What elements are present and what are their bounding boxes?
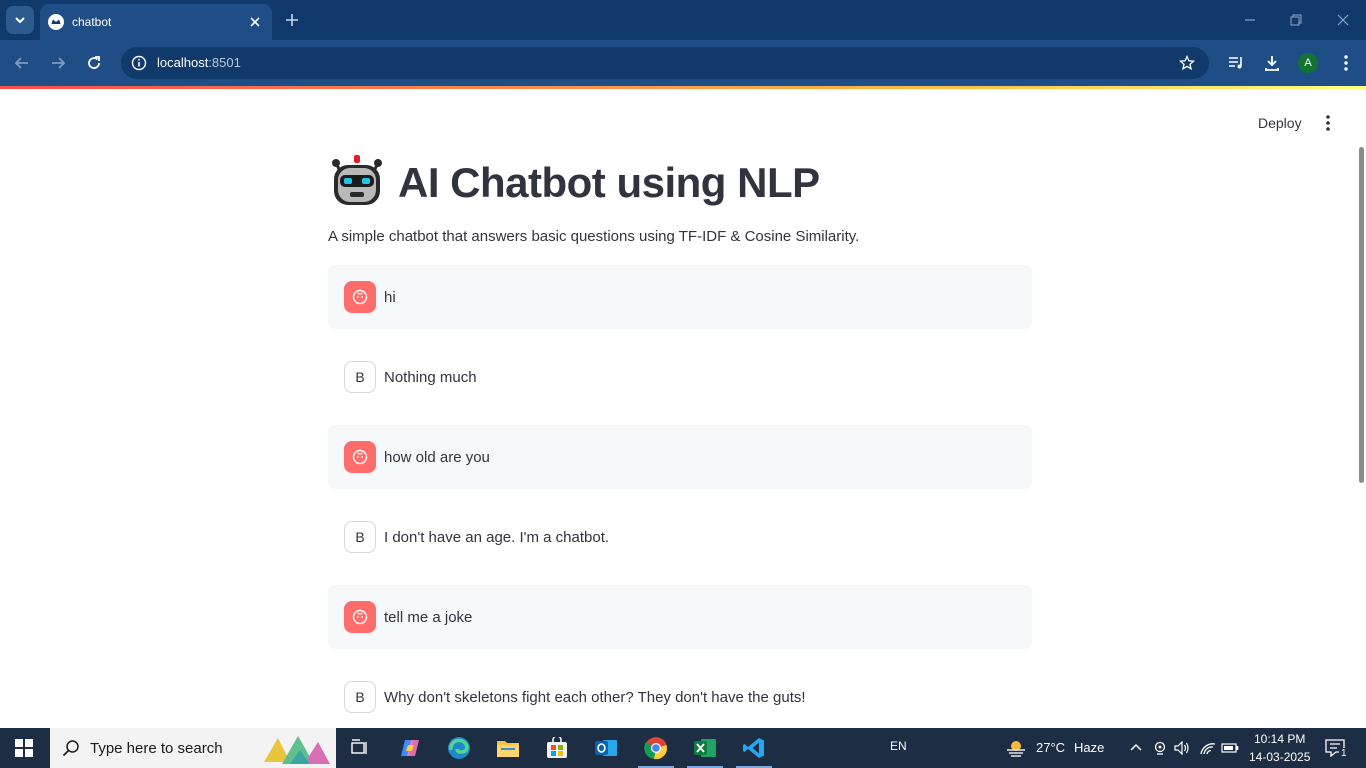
windows-start-icon[interactable] xyxy=(0,728,48,768)
speaker-volume-icon[interactable] xyxy=(1172,738,1192,758)
outlook-icon[interactable] xyxy=(582,728,630,768)
search-highlight-illustration xyxy=(260,732,332,766)
close-window-icon[interactable] xyxy=(1333,10,1353,30)
user-avatar xyxy=(344,601,376,633)
vscode-icon[interactable] xyxy=(730,728,778,768)
face-icon xyxy=(352,289,368,305)
bot-avatar: B xyxy=(344,521,376,553)
bookmark-star-icon[interactable] xyxy=(1177,53,1197,73)
minimize-window-icon[interactable] xyxy=(1240,10,1260,30)
close-tab-icon[interactable] xyxy=(246,13,264,31)
notification-count-badge: 1 xyxy=(1339,748,1349,759)
page-title-text: AI Chatbot using NLP xyxy=(398,158,820,206)
microsoft-store-icon[interactable] xyxy=(533,728,581,768)
deploy-button[interactable]: Deploy xyxy=(1248,111,1312,135)
browser-tab-active[interactable]: chatbot xyxy=(40,4,272,40)
chat-message-text: hi xyxy=(384,288,396,306)
edge-browser-icon[interactable] xyxy=(435,728,483,768)
reload-icon[interactable] xyxy=(82,51,106,75)
battery-icon[interactable] xyxy=(1220,738,1240,758)
taskbar-search-box[interactable]: Type here to search xyxy=(50,728,336,768)
forward-arrow-icon[interactable] xyxy=(46,51,70,75)
app-page: Deploy AI Chatbot using NLP A simple cha… xyxy=(0,89,1366,728)
excel-icon[interactable] xyxy=(681,728,729,768)
clock-date[interactable]: 14-03-2025 xyxy=(1249,750,1310,764)
chat-message-bot: B I don't have an age. I'm a chatbot. xyxy=(328,505,1032,569)
chevron-down-icon xyxy=(15,17,25,24)
file-explorer-icon[interactable] xyxy=(484,728,532,768)
download-icon[interactable] xyxy=(1260,51,1284,75)
new-tab-plus-icon[interactable] xyxy=(282,10,302,30)
weather-description[interactable]: Haze xyxy=(1074,740,1104,755)
chat-message-bot: B Nothing much xyxy=(328,345,1032,409)
page-title: AI Chatbot using NLP xyxy=(330,153,820,212)
search-icon xyxy=(62,739,80,757)
chat-message-text: I don't have an age. I'm a chatbot. xyxy=(384,528,610,546)
robot-emoji-icon xyxy=(330,153,384,212)
tab-title: chatbot xyxy=(72,15,112,29)
face-icon xyxy=(352,449,368,465)
bot-avatar: B xyxy=(344,681,376,713)
clock-time[interactable]: 10:14 PM xyxy=(1254,732,1305,746)
url-text[interactable]: localhost:8501 xyxy=(157,55,241,70)
face-icon xyxy=(352,609,368,625)
weather-temperature[interactable]: 27°C xyxy=(1036,740,1065,755)
chat-message-text: Why don't skeletons fight each other? Th… xyxy=(384,688,806,706)
chat-message-user: hi xyxy=(328,265,1032,329)
profile-avatar[interactable]: A xyxy=(1296,51,1320,75)
profile-initial: A xyxy=(1298,53,1318,73)
back-arrow-icon[interactable] xyxy=(10,51,34,75)
chat-message-user: how old are you xyxy=(328,425,1032,489)
chat-message-text: Nothing much xyxy=(384,368,477,386)
network-wifi-icon[interactable] xyxy=(1198,738,1218,758)
chevron-up-icon[interactable] xyxy=(1126,738,1146,758)
chat-message-user: tell me a joke xyxy=(328,585,1032,649)
bot-avatar: B xyxy=(344,361,376,393)
browser-menu-icon[interactable] xyxy=(1334,51,1358,75)
chat-message-text: tell me a joke xyxy=(384,608,473,626)
restore-window-icon[interactable] xyxy=(1286,10,1306,30)
chat-message-text: how old are you xyxy=(384,448,490,466)
tab-search-button[interactable] xyxy=(6,6,34,34)
chrome-icon[interactable] xyxy=(632,728,680,768)
url-port: :8501 xyxy=(208,55,241,70)
windows-taskbar: Type here to search EN 27°C Haze 10:14 P… xyxy=(0,728,1366,768)
search-placeholder: Type here to search xyxy=(90,739,223,757)
site-info-icon[interactable] xyxy=(129,53,149,73)
media-queue-icon[interactable] xyxy=(1224,51,1248,75)
page-scrollbar[interactable] xyxy=(1359,147,1364,483)
input-language[interactable]: EN xyxy=(890,739,907,753)
chat-message-bot: B Why don't skeletons fight each other? … xyxy=(328,665,1032,728)
url-host: localhost xyxy=(157,55,209,70)
webcam-icon[interactable] xyxy=(1150,738,1170,758)
user-avatar xyxy=(344,281,376,313)
user-avatar xyxy=(344,441,376,473)
address-bar[interactable]: localhost:8501 xyxy=(121,47,1209,79)
copilot-icon[interactable] xyxy=(386,728,434,768)
main-menu-icon[interactable] xyxy=(1318,113,1338,133)
task-view-icon[interactable] xyxy=(336,728,384,768)
browser-toolbar: localhost:8501 A xyxy=(0,40,1366,86)
page-description: A simple chatbot that answers basic ques… xyxy=(328,228,860,245)
weather-haze-icon[interactable] xyxy=(1004,736,1028,760)
streamlit-crown-icon xyxy=(48,14,64,30)
browser-tab-bar: chatbot xyxy=(0,0,1366,40)
